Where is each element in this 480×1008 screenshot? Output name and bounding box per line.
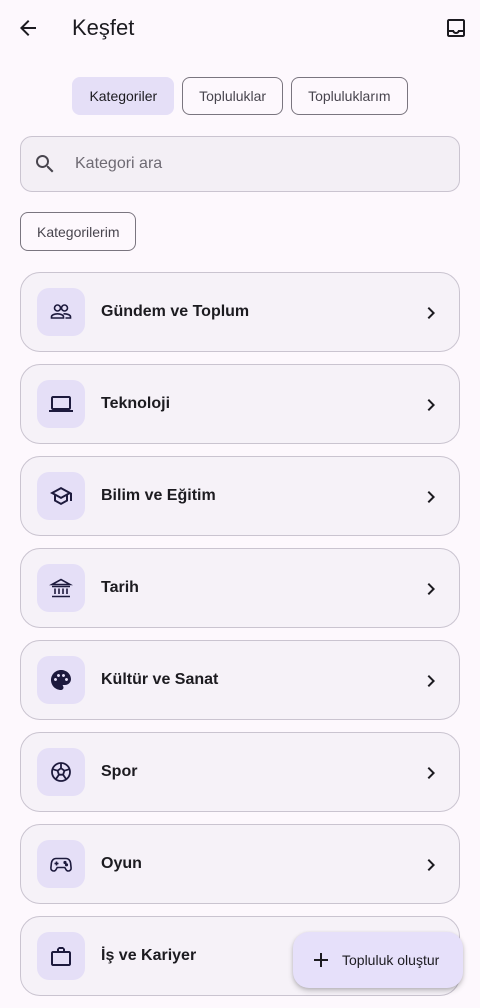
category-card[interactable]: Kültür ve Sanat [20,640,460,720]
category-label: Tarih [101,579,139,596]
chevron-right-icon [419,577,443,601]
school-icon [37,472,85,520]
museum-icon [37,564,85,612]
arrow-back-icon [16,16,40,40]
category-label: Bilim ve Eğitim [101,487,216,504]
chevron-right-icon [419,761,443,785]
tab-topluluklar[interactable]: Topluluklar [182,77,284,115]
page-title: Keşfet [72,15,135,40]
briefcase-icon [37,932,85,980]
chevron-right-icon [419,393,443,417]
search-input[interactable] [73,154,437,174]
palette-icon [37,656,85,704]
soccer-ball-icon [37,748,85,796]
people-icon [37,288,85,336]
chevron-right-icon [419,853,443,877]
category-label: Gündem ve Toplum [101,303,250,320]
category-label: Kültür ve Sanat [101,671,219,688]
category-label: Teknoloji [101,395,171,412]
category-label: Spor [101,763,138,780]
category-label: Oyun [101,855,142,872]
my-categories-chip[interactable]: Kategorilerim [20,212,137,251]
gamepad-icon [37,840,85,888]
chevron-right-icon [419,485,443,509]
category-card[interactable]: Spor [20,732,460,812]
app-bar: Keşfet [0,0,480,56]
category-card[interactable]: Teknoloji [20,364,460,444]
create-community-fab[interactable]: Topluluk oluştur [293,932,463,988]
tab-bar: Kategoriler Topluluklar Topluluklarım [0,77,480,115]
back-button[interactable] [8,8,48,48]
laptop-icon [37,380,85,428]
search-icon [21,136,69,192]
search-bar [20,136,460,192]
tab-topluluklarim[interactable]: Topluluklarım [291,77,408,115]
chevron-right-icon [419,669,443,693]
category-label: İş ve Kariyer [101,947,197,964]
category-list: Gündem ve Toplum Teknoloji Bilim ve Eğit… [20,272,460,1008]
chevron-right-icon [419,301,443,325]
inbox-icon [444,16,468,40]
add-icon [309,948,333,972]
category-card[interactable]: Oyun [20,824,460,904]
category-card[interactable]: Gündem ve Toplum [20,272,460,352]
tab-kategoriler[interactable]: Kategoriler [72,77,175,115]
category-card[interactable]: Bilim ve Eğitim [20,456,460,536]
inbox-button[interactable] [436,8,476,48]
fab-label: Topluluk oluştur [342,952,440,968]
category-card[interactable]: Tarih [20,548,460,628]
